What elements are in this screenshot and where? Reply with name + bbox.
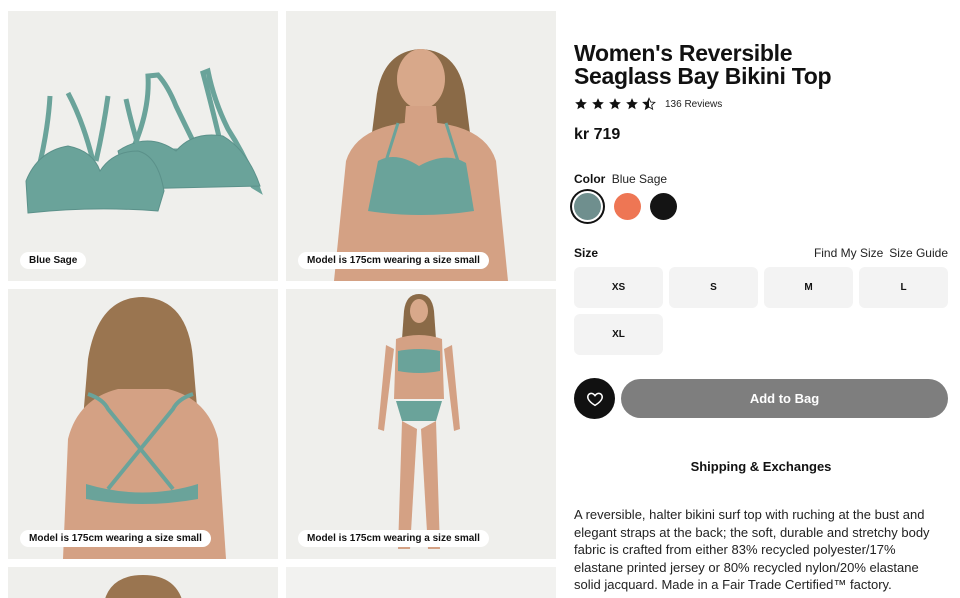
- half-star-icon: [642, 97, 656, 111]
- product-title: Women's Reversible Seaglass Bay Bikini T…: [574, 42, 948, 88]
- product-image-partial-2[interactable]: [286, 567, 556, 598]
- image-caption: Model is 175cm wearing a size small: [298, 252, 489, 269]
- review-count-link[interactable]: 136 Reviews: [665, 99, 722, 110]
- find-my-size-link[interactable]: Find My Size: [814, 246, 883, 260]
- size-options: XS S M L XL: [574, 267, 948, 355]
- wishlist-button[interactable]: [574, 378, 615, 419]
- image-caption: Model is 175cm wearing a size small: [20, 530, 211, 547]
- color-value: Blue Sage: [611, 172, 668, 186]
- model-front-illustration: [334, 49, 508, 281]
- size-label: Size: [574, 246, 599, 260]
- size-header: Size Find My Size Size Guide: [574, 246, 948, 260]
- star-icon: [592, 98, 604, 110]
- size-option-m[interactable]: M: [764, 267, 853, 308]
- model-full-illustration: [378, 294, 460, 549]
- product-description: A reversible, halter bikini surf top wit…: [574, 507, 930, 593]
- size-option-s[interactable]: S: [669, 267, 758, 308]
- product-image-model-back[interactable]: Model is 175cm wearing a size small: [8, 289, 278, 559]
- purchase-actions: Add to Bag: [574, 378, 948, 419]
- size-option-xl[interactable]: XL: [574, 314, 663, 355]
- rating[interactable]: 136 Reviews: [574, 97, 722, 111]
- model-head-illustration: [105, 575, 182, 598]
- product-title-line2: Seaglass Bay Bikini Top: [574, 63, 832, 89]
- size-guide-link[interactable]: Size Guide: [889, 246, 948, 260]
- product-image-model-front[interactable]: Model is 175cm wearing a size small: [286, 11, 556, 281]
- size-option-l[interactable]: L: [859, 267, 948, 308]
- color-label-row: Color Blue Sage: [574, 172, 667, 186]
- swatch-coral[interactable]: [614, 193, 641, 220]
- star-icon: [626, 98, 638, 110]
- price: kr 719: [574, 126, 621, 143]
- swatch-black[interactable]: [650, 193, 677, 220]
- bikini-flat-illustration: [25, 67, 263, 214]
- product-image-flat[interactable]: Blue Sage: [8, 11, 278, 281]
- color-swatches: [574, 193, 677, 220]
- size-option-xs[interactable]: XS: [574, 267, 663, 308]
- star-icon: [575, 98, 587, 110]
- shipping-exchanges-toggle[interactable]: Shipping & Exchanges: [574, 459, 948, 474]
- model-back-illustration: [63, 297, 226, 559]
- add-to-bag-button[interactable]: Add to Bag: [621, 379, 948, 418]
- product-image-partial[interactable]: [8, 567, 278, 598]
- heart-icon: [586, 392, 603, 406]
- star-icon: [609, 98, 621, 110]
- swatch-blue-sage[interactable]: [574, 193, 601, 220]
- product-image-model-full[interactable]: Model is 175cm wearing a size small: [286, 289, 556, 559]
- color-label: Color: [574, 172, 606, 186]
- image-caption: Blue Sage: [20, 252, 87, 269]
- product-gallery: Blue Sage Model is 175cm wearing a size …: [0, 0, 564, 598]
- image-caption: Model is 175cm wearing a size small: [298, 530, 489, 547]
